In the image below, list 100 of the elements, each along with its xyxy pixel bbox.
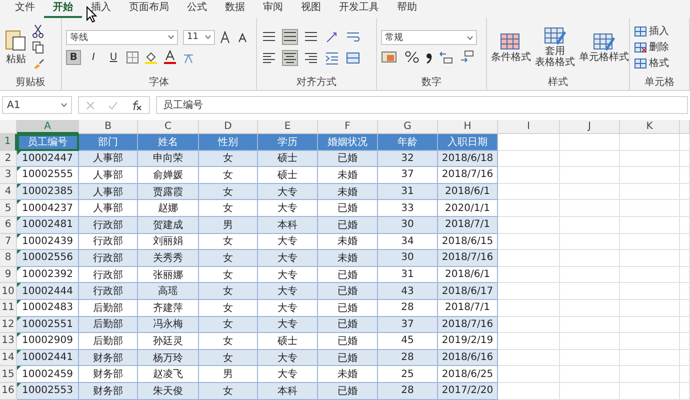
ribbon-tab[interactable]: 页面布局 bbox=[120, 0, 178, 18]
font-name-dropdown[interactable]: 等线 bbox=[66, 30, 178, 44]
table-cell: 女 bbox=[199, 250, 258, 267]
style-button[interactable]: 套用 表格格式 bbox=[535, 26, 575, 68]
align-button[interactable] bbox=[282, 50, 298, 66]
formula-input[interactable]: 员工编号 bbox=[156, 96, 688, 114]
underline-button[interactable]: U bbox=[106, 50, 121, 64]
font-size-dropdown[interactable]: 11 bbox=[183, 30, 215, 44]
ribbon-tab[interactable]: 视图 bbox=[292, 0, 330, 18]
table-cell: 硕士 bbox=[258, 167, 318, 184]
border-icon bbox=[126, 50, 139, 64]
vertical-align-icon bbox=[284, 32, 296, 41]
table-cell: 10002556 bbox=[17, 250, 79, 267]
ribbon-tab[interactable]: 插入 bbox=[82, 0, 120, 18]
table-cell: 2018/7/16 bbox=[438, 167, 498, 184]
paintbrush-icon bbox=[32, 57, 45, 70]
ribbon-tab[interactable]: 开发工具 bbox=[330, 0, 388, 18]
table-cell: 大专 bbox=[258, 300, 318, 317]
table-cell: 刘丽娟 bbox=[138, 234, 199, 250]
name-box[interactable]: A1 bbox=[2, 96, 72, 114]
font-color-icon bbox=[163, 50, 177, 64]
table-cell: 已婚 bbox=[318, 333, 378, 350]
bold-button[interactable]: B bbox=[66, 50, 81, 64]
ribbon-tab[interactable]: 公式 bbox=[178, 0, 216, 18]
shrink-font-icon bbox=[238, 32, 249, 42]
table-cell: 2018/7/16 bbox=[438, 250, 498, 267]
column-header[interactable]: K bbox=[620, 120, 680, 134]
group-label: 样式 bbox=[547, 76, 569, 90]
table-cell: 张丽娜 bbox=[138, 266, 199, 284]
style-button[interactable]: 单元格样式 bbox=[579, 32, 629, 62]
cell-action-button[interactable]: 插入 bbox=[634, 24, 669, 38]
table-header-cell: 入职日期 bbox=[438, 134, 498, 151]
table-cell: 30 bbox=[378, 250, 438, 267]
row-header[interactable]: 2 bbox=[0, 150, 17, 168]
row-header[interactable]: 12 bbox=[0, 316, 17, 334]
table-cell: 已婚 bbox=[318, 382, 378, 400]
table-cell: 10002447 bbox=[17, 150, 79, 168]
table-cell: 女 bbox=[199, 382, 258, 400]
ribbon-tab[interactable]: 数据 bbox=[216, 0, 254, 18]
table-cell: 43 bbox=[378, 283, 438, 300]
number-format-dropdown[interactable]: 常规 bbox=[381, 30, 477, 45]
column-header[interactable]: E bbox=[258, 120, 318, 134]
table-cell: 女 bbox=[199, 167, 258, 184]
column-header[interactable]: I bbox=[498, 120, 560, 134]
row-header[interactable]: 1 bbox=[0, 134, 17, 151]
table-cell: 33 bbox=[378, 200, 438, 217]
table-header-cell: 性别 bbox=[199, 134, 258, 151]
cell-action-button[interactable]: 删除 bbox=[634, 40, 669, 54]
align-button[interactable] bbox=[282, 28, 298, 44]
column-header[interactable]: J bbox=[560, 120, 620, 134]
group-label: 对齐方式 bbox=[296, 76, 338, 90]
table-cell: 未婚 bbox=[318, 184, 378, 200]
style-button[interactable]: 条件格式 bbox=[491, 32, 531, 62]
row-header[interactable]: 10 bbox=[0, 283, 17, 300]
group-label: 剪贴板 bbox=[14, 76, 46, 90]
table-cell: 已婚 bbox=[318, 316, 378, 334]
column-header[interactable]: A bbox=[17, 120, 79, 134]
ribbon-tab[interactable]: 审阅 bbox=[254, 0, 292, 18]
row-header[interactable]: 3 bbox=[0, 167, 17, 184]
column-header[interactable]: G bbox=[378, 120, 438, 134]
caret-icon bbox=[205, 35, 211, 39]
row-header[interactable]: 7 bbox=[0, 234, 17, 250]
row-header[interactable]: 15 bbox=[0, 366, 17, 383]
column-header[interactable]: B bbox=[79, 120, 138, 134]
table-cell: 赵娜 bbox=[138, 200, 199, 217]
table-cell: 高瑶 bbox=[138, 283, 199, 300]
fill-color-icon bbox=[144, 50, 158, 64]
table-header-cell: 部门 bbox=[79, 134, 138, 151]
row-header[interactable]: 16 bbox=[0, 382, 17, 400]
row-header[interactable]: 6 bbox=[0, 216, 17, 234]
table-cell: 女 bbox=[199, 266, 258, 284]
table-cell: 财务部 bbox=[79, 350, 138, 366]
row-header[interactable]: 13 bbox=[0, 333, 17, 350]
column-header[interactable]: F bbox=[318, 120, 378, 134]
row-header[interactable]: 14 bbox=[0, 350, 17, 366]
column-header[interactable]: H bbox=[438, 120, 498, 134]
column-header[interactable]: D bbox=[199, 120, 258, 134]
ribbon-tab[interactable]: 文件 bbox=[6, 0, 44, 18]
table-cell: 10002481 bbox=[17, 216, 79, 234]
table-cell: 2018/6/25 bbox=[438, 366, 498, 383]
row-header[interactable]: 5 bbox=[0, 200, 17, 217]
cell-action-button[interactable]: 格式 bbox=[634, 56, 669, 70]
table-cell: 大专 bbox=[258, 316, 318, 334]
table-cell: 30 bbox=[378, 216, 438, 234]
table-cell: 女 bbox=[199, 316, 258, 334]
column-header[interactable]: C bbox=[138, 120, 199, 134]
row-header[interactable]: 4 bbox=[0, 184, 17, 200]
table-cell: 女 bbox=[199, 283, 258, 300]
italic-button[interactable]: I bbox=[86, 50, 101, 64]
row-header[interactable]: 11 bbox=[0, 300, 17, 317]
table-cell: 10002459 bbox=[17, 366, 79, 383]
row-header[interactable]: 8 bbox=[0, 250, 17, 267]
table-cell: 2018/6/17 bbox=[438, 283, 498, 300]
table-cell: 行政部 bbox=[79, 216, 138, 234]
ribbon-tab[interactable]: 帮助 bbox=[388, 0, 426, 18]
table-cell: 大专 bbox=[258, 350, 318, 366]
table-cell: 人事部 bbox=[79, 150, 138, 168]
paste-button[interactable]: 粘贴 bbox=[4, 28, 28, 66]
table-cell: 10002553 bbox=[17, 382, 79, 400]
row-header[interactable]: 9 bbox=[0, 266, 17, 284]
